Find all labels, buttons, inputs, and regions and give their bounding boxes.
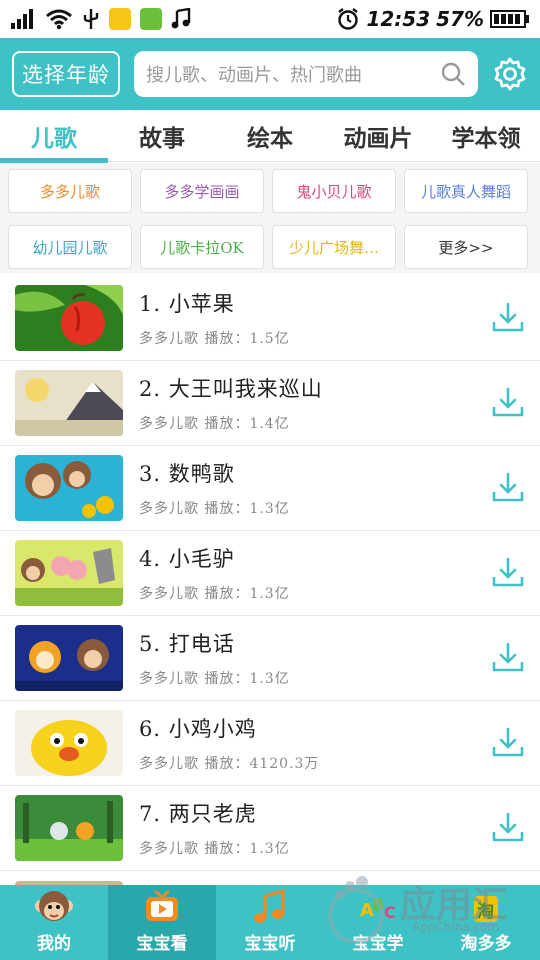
- music-note-status-icon: [171, 8, 191, 29]
- app-header: 选择年龄 搜儿歌、动画片、热门歌曲: [0, 38, 540, 110]
- music-note-icon: [254, 888, 285, 923]
- song-list: 1. 小苹果 多多儿歌 播放：1.5亿 2. 大王叫我来巡山 多多儿歌 播放：1…: [0, 276, 540, 886]
- song-title: 6. 小鸡小鸡: [139, 717, 257, 741]
- alarm-icon: [338, 8, 359, 30]
- chip-duoduo-drawing[interactable]: 多多学画画: [140, 169, 264, 213]
- download-icon[interactable]: [490, 300, 526, 336]
- chip-karaoke[interactable]: 儿歌卡拉OK: [140, 225, 264, 269]
- abc-icon: A B C: [360, 895, 396, 922]
- select-age-button[interactable]: 选择年龄: [12, 51, 120, 97]
- song-title: 5. 打电话: [139, 632, 235, 656]
- song-meta: 多多儿歌 播放：1.3亿: [139, 501, 290, 517]
- song-meta: 多多儿歌 播放：1.3亿: [139, 841, 290, 857]
- song-thumbnail: [15, 540, 123, 606]
- song-thumbnail: [15, 625, 123, 691]
- monkey-icon: [35, 891, 73, 921]
- tab-songs[interactable]: 儿歌: [0, 110, 108, 163]
- list-item[interactable]: 1. 小苹果 多多儿歌 播放：1.5亿: [0, 276, 540, 361]
- tv-icon: [146, 890, 178, 921]
- download-icon[interactable]: [490, 725, 526, 761]
- shop-bag-icon: 淘: [474, 896, 498, 922]
- category-tabs: 儿歌 故事 绘本 动画片 学本领: [0, 110, 540, 163]
- list-item[interactable]: 2. 大王叫我来巡山 多多儿歌 播放：1.4亿: [0, 361, 540, 446]
- wifi-icon: [46, 9, 72, 30]
- signal-icon: [11, 9, 33, 29]
- nav-listen[interactable]: 宝宝听: [216, 885, 324, 960]
- chip-duoduo-songs[interactable]: 多多儿歌: [8, 169, 132, 213]
- chip-square-dance[interactable]: 少儿广场舞…: [272, 225, 396, 269]
- tab-picture-books[interactable]: 绘本: [216, 110, 324, 162]
- nav-label: 我的: [37, 934, 71, 954]
- bottom-nav: 我的 宝宝看 宝宝听 A B C 宝宝学 淘 淘多多: [0, 885, 540, 960]
- tab-skills[interactable]: 学本领: [432, 110, 540, 162]
- clock-time: 12:53: [366, 7, 431, 31]
- list-item[interactable]: 7. 两只老虎 多多儿歌 播放：1.3亿: [0, 786, 540, 871]
- chip-live-dance-songs[interactable]: 儿歌真人舞蹈: [404, 169, 528, 213]
- download-icon[interactable]: [490, 555, 526, 591]
- svg-text:C: C: [384, 903, 396, 922]
- list-item-partial[interactable]: [0, 871, 540, 886]
- nav-mine[interactable]: 我的: [0, 885, 108, 960]
- chip-guixiaobei-songs[interactable]: 鬼小贝儿歌: [272, 169, 396, 213]
- search-icon[interactable]: [440, 61, 466, 87]
- song-thumbnail: [15, 710, 123, 776]
- nav-label: 宝宝学: [352, 934, 404, 954]
- list-item[interactable]: 3. 数鸭歌 多多儿歌 播放：1.3亿: [0, 446, 540, 531]
- svg-text:B: B: [372, 895, 384, 914]
- song-title: 1. 小苹果: [139, 292, 235, 316]
- song-meta: 多多儿歌 播放：4120.3万: [139, 756, 320, 772]
- tab-cartoons[interactable]: 动画片: [324, 110, 432, 162]
- song-title: 2. 大王叫我来巡山: [139, 377, 323, 401]
- nav-learn[interactable]: A B C 宝宝学: [324, 885, 432, 960]
- status-bar: 12:53 57%: [0, 0, 540, 38]
- battery-percent: 57%: [436, 7, 484, 31]
- song-meta: 多多儿歌 播放：1.4亿: [139, 416, 290, 432]
- download-icon[interactable]: [490, 810, 526, 846]
- download-icon[interactable]: [490, 640, 526, 676]
- song-thumbnail: [15, 455, 123, 521]
- nav-watch[interactable]: 宝宝看: [108, 885, 216, 960]
- nav-label: 淘多多: [460, 934, 512, 954]
- song-thumbnail: [15, 370, 123, 436]
- app-notification-icon: [109, 8, 131, 30]
- usb-icon: [83, 9, 99, 29]
- song-title: 7. 两只老虎: [139, 802, 257, 826]
- search-input[interactable]: 搜儿歌、动画片、热门歌曲: [146, 61, 362, 87]
- song-title: 4. 小毛驴: [139, 547, 235, 571]
- chip-kindergarten-songs[interactable]: 幼儿园儿歌: [8, 225, 132, 269]
- song-meta: 多多儿歌 播放：1.5亿: [139, 331, 290, 347]
- song-thumbnail: [15, 285, 123, 351]
- song-title: 3. 数鸭歌: [139, 462, 235, 486]
- app-notification-icon: [140, 8, 162, 30]
- nav-label: 宝宝听: [244, 934, 296, 954]
- nav-shop[interactable]: 淘 淘多多: [432, 885, 540, 960]
- download-icon[interactable]: [490, 470, 526, 506]
- nav-label: 宝宝看: [136, 934, 188, 954]
- download-icon[interactable]: [490, 385, 526, 421]
- gear-icon[interactable]: [492, 56, 528, 92]
- list-item[interactable]: 6. 小鸡小鸡 多多儿歌 播放：4120.3万: [0, 701, 540, 786]
- tab-stories[interactable]: 故事: [108, 110, 216, 162]
- list-item[interactable]: 5. 打电话 多多儿歌 播放：1.3亿: [0, 616, 540, 701]
- song-meta: 多多儿歌 播放：1.3亿: [139, 671, 290, 687]
- song-thumbnail: [15, 795, 123, 861]
- song-meta: 多多儿歌 播放：1.3亿: [139, 586, 290, 602]
- subcategory-chips: 多多儿歌 多多学画画 鬼小贝儿歌 儿歌真人舞蹈 幼儿园儿歌 儿歌卡拉OK 少儿广…: [0, 163, 540, 273]
- svg-text:淘: 淘: [477, 901, 494, 922]
- list-item[interactable]: 4. 小毛驴 多多儿歌 播放：1.3亿: [0, 531, 540, 616]
- chip-more[interactable]: 更多>>: [404, 225, 528, 269]
- search-bar[interactable]: 搜儿歌、动画片、热门歌曲: [134, 51, 478, 97]
- battery-icon: [490, 10, 529, 28]
